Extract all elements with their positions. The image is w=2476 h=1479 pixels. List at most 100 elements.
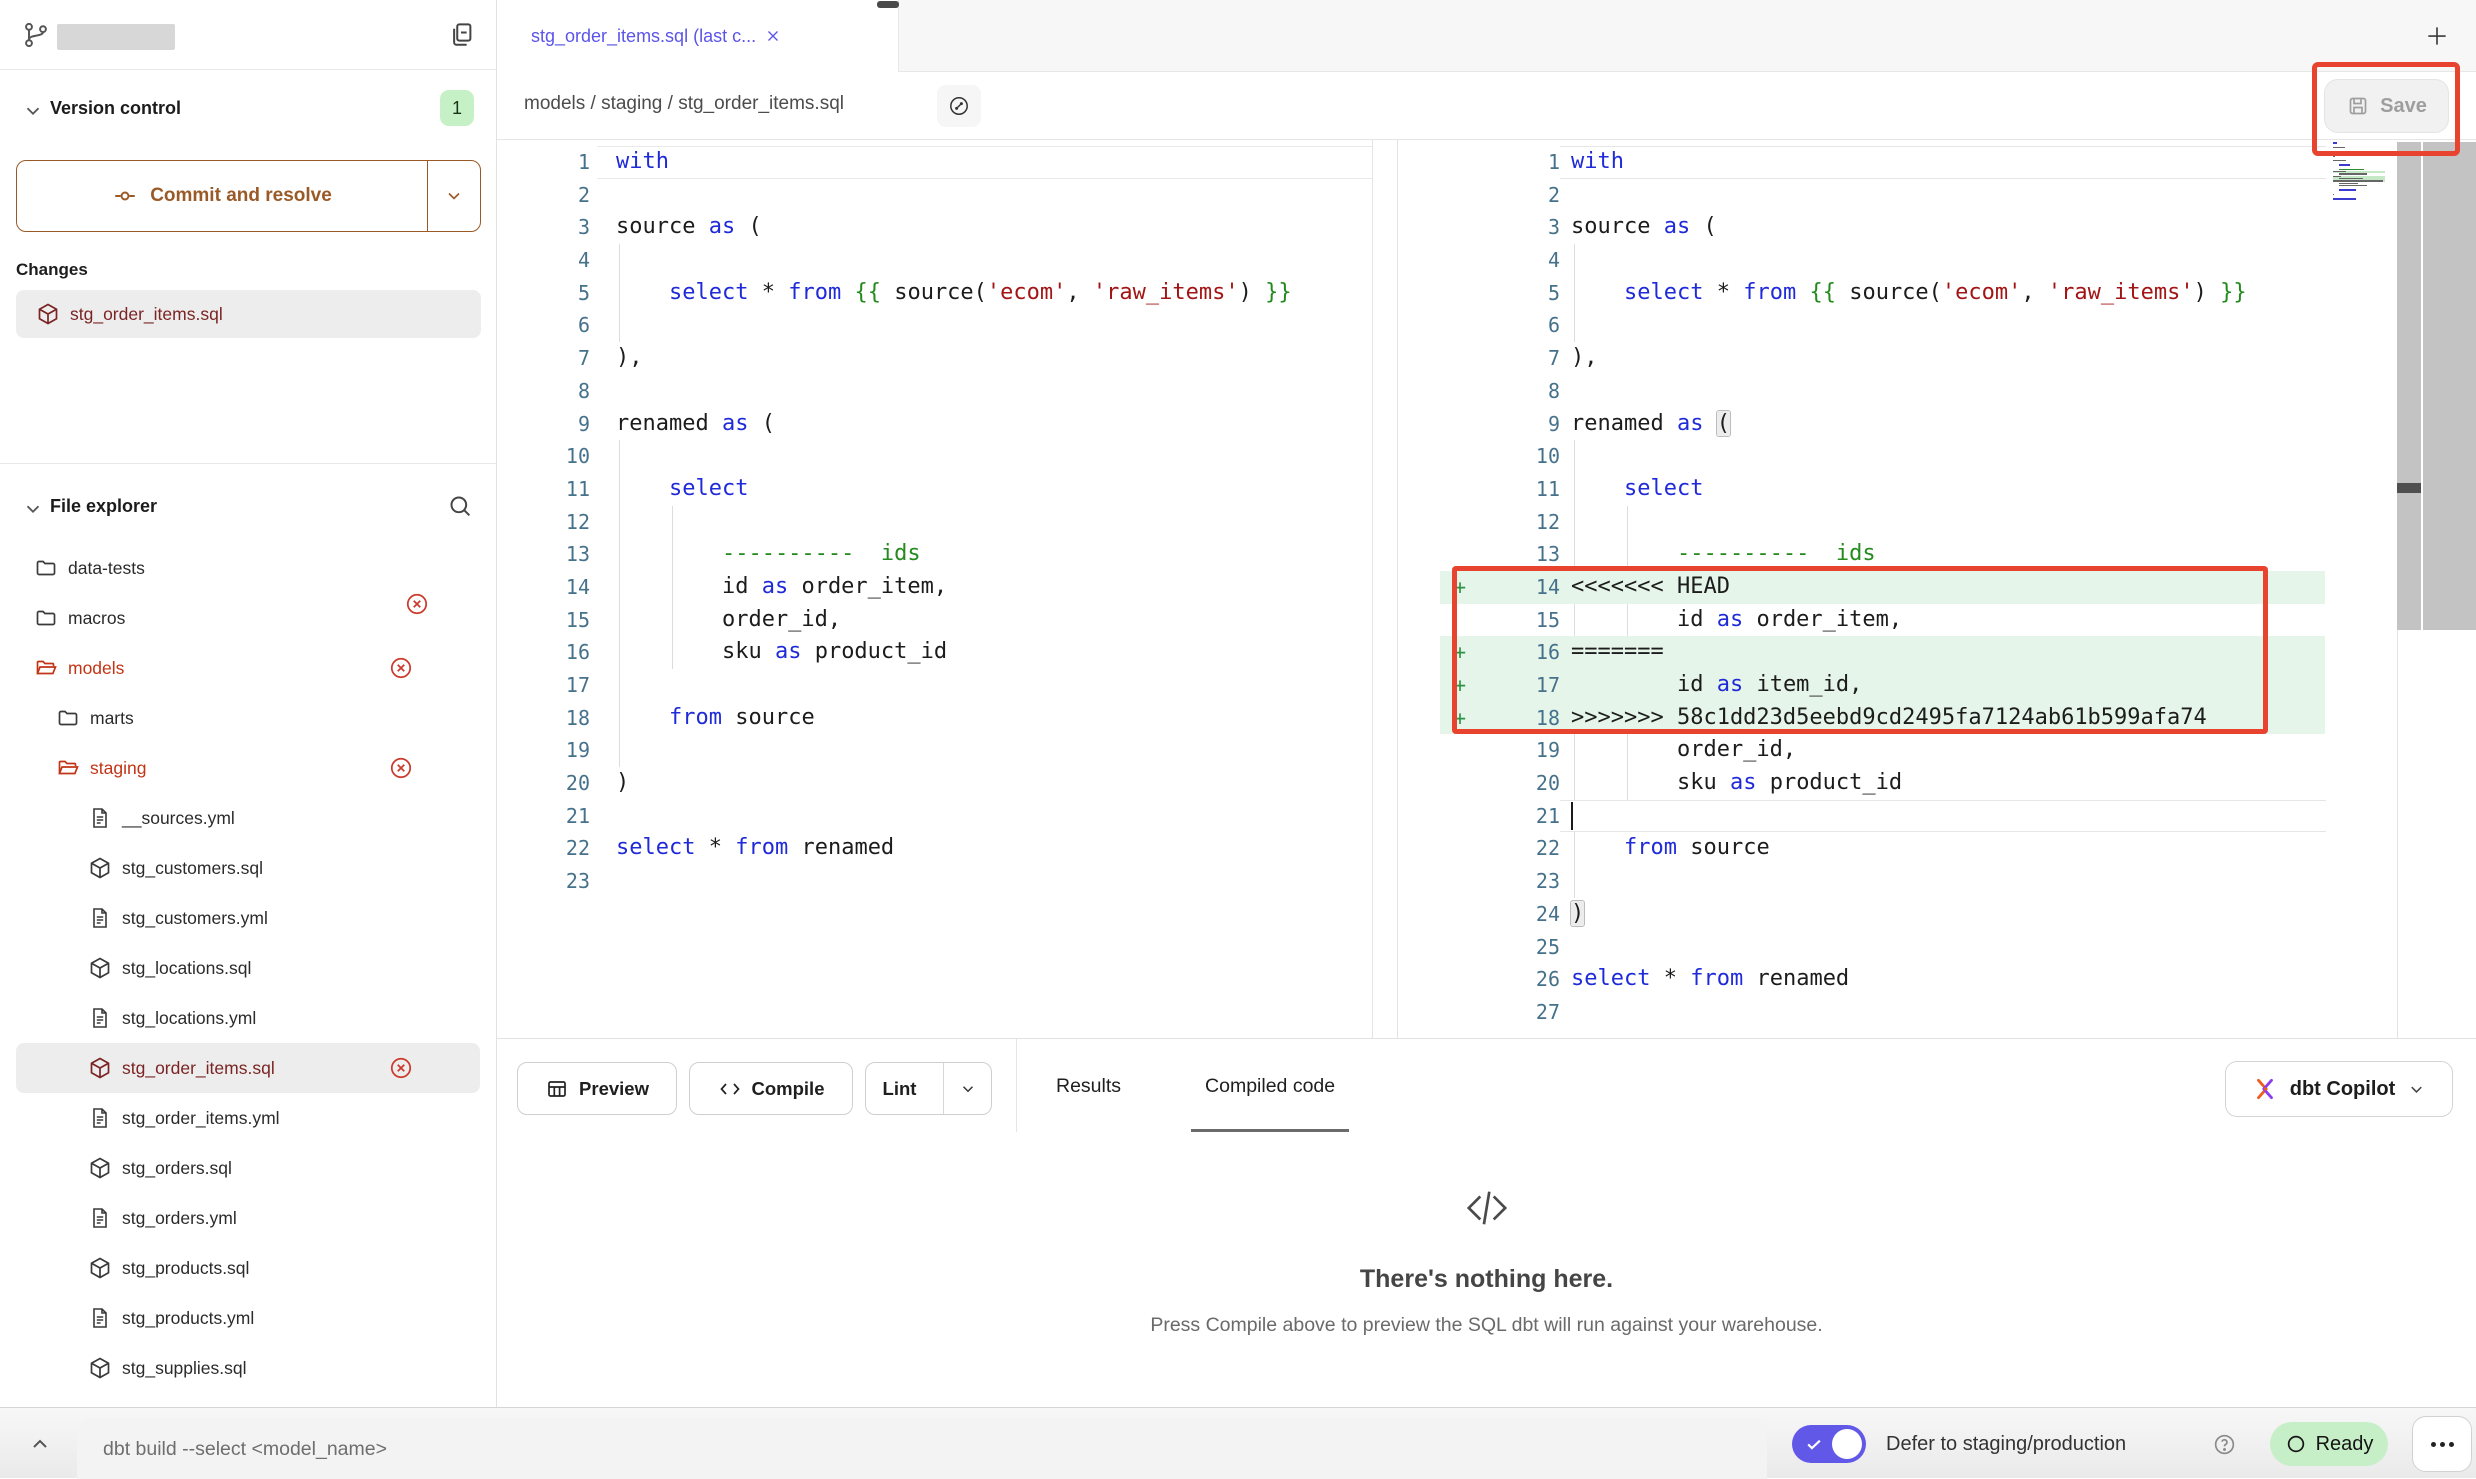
right-code-line-4[interactable]: 4 [1398, 244, 2476, 277]
right-code-line-26[interactable]: 26select * from renamed [1398, 963, 2476, 996]
more-options-button[interactable] [2412, 1416, 2472, 1472]
right-code-line-21[interactable]: 21 [1398, 800, 2476, 833]
explorer-item-stg-supplies-sql[interactable]: stg_supplies.sql [16, 1343, 480, 1393]
explorer-item-stg-orders-yml[interactable]: stg_orders.yml [16, 1193, 480, 1243]
explorer-item-stg-customers-yml[interactable]: stg_customers.yml [16, 893, 480, 943]
defer-toggle[interactable] [1792, 1425, 1866, 1463]
right-code-line-10[interactable]: 10 [1398, 440, 2476, 473]
explorer-item-stg-order-items-yml[interactable]: stg_order_items.yml [16, 1093, 480, 1143]
right-code-line-23[interactable]: 23 [1398, 865, 2476, 898]
left-code-line-8[interactable]: 8 [497, 375, 1372, 408]
explorer-item-marts[interactable]: marts [16, 693, 480, 743]
command-input[interactable]: dbt build --select <model_name> [77, 1419, 1767, 1479]
explorer-item-models[interactable]: models [16, 643, 480, 693]
new-tab-icon[interactable] [2424, 23, 2450, 49]
explorer-item--sources-yml[interactable]: __sources.yml [16, 793, 480, 843]
left-code-line-19[interactable]: 19 [497, 734, 1372, 767]
right-code-line-7[interactable]: 7), [1398, 342, 2476, 375]
tab-compiled-code[interactable]: Compiled code [1191, 1039, 1349, 1133]
left-code-line-14[interactable]: 14 id as order_item, [497, 571, 1372, 604]
editor-scrollbar-track[interactable] [2397, 142, 2421, 630]
right-code-line-16[interactable]: +16======= [1398, 636, 2476, 669]
explorer-item-data-tests[interactable]: data-tests [16, 543, 480, 593]
right-code-line-19[interactable]: 19 order_id, [1398, 734, 2476, 767]
left-code-line-16[interactable]: 16 sku as product_id [497, 636, 1372, 669]
overview-ruler-track[interactable] [2423, 142, 2476, 630]
left-pane-scrollbar[interactable] [1372, 140, 1398, 1038]
left-code-line-22[interactable]: 22select * from renamed [497, 832, 1372, 865]
explorer-item-stg-order-items-sql[interactable]: stg_order_items.sql [16, 1043, 480, 1093]
right-code-line-12[interactable]: 12 [1398, 506, 2476, 539]
editor-minimap[interactable] [2333, 142, 2385, 200]
left-code-line-9[interactable]: 9renamed as ( [497, 408, 1372, 441]
explorer-item-stg-locations-yml[interactable]: stg_locations.yml [16, 993, 480, 1043]
right-code-line-17[interactable]: +17 id as item_id, [1398, 669, 2476, 702]
left-code-line-12[interactable]: 12 [497, 506, 1372, 539]
left-code-line-21[interactable]: 21 [497, 800, 1372, 833]
tab-stg-order-items[interactable]: stg_order_items.sql (last c... [497, 0, 899, 72]
editor-pane-current[interactable]: 1with23source as (45 select * from {{ so… [1398, 140, 2476, 1038]
left-code-line-15[interactable]: 15 order_id, [497, 604, 1372, 637]
right-code-line-3[interactable]: 3source as ( [1398, 211, 2476, 244]
right-code-line-18[interactable]: +18>>>>>>> 58c1dd23d5eebd9cd2495fa7124ab… [1398, 702, 2476, 735]
right-code-line-20[interactable]: 20 sku as product_id [1398, 767, 2476, 800]
lint-button[interactable]: Lint [865, 1062, 992, 1115]
search-icon[interactable] [446, 492, 474, 520]
lineage-button[interactable] [937, 85, 981, 127]
left-code-line-18[interactable]: 18 from source [497, 702, 1372, 735]
version-control-collapse-icon[interactable] [22, 100, 44, 122]
explorer-item-stg-locations-sql[interactable]: stg_locations.sql [16, 943, 480, 993]
left-code-line-13[interactable]: 13 ---------- ids [497, 538, 1372, 571]
save-button[interactable]: Save [2324, 79, 2449, 133]
left-code-line-4[interactable]: 4 [497, 244, 1372, 277]
explorer-item-stg-products-sql[interactable]: stg_products.sql [16, 1243, 480, 1293]
changed-file-row[interactable]: stg_order_items.sql [16, 290, 481, 338]
left-code-line-10[interactable]: 10 [497, 440, 1372, 473]
left-code-line-11[interactable]: 11 select [497, 473, 1372, 506]
commit-and-resolve-button[interactable]: Commit and resolve [16, 160, 481, 232]
left-code-line-1[interactable]: 1with [497, 146, 1372, 179]
right-code-line-1[interactable]: 1with [1398, 146, 2476, 179]
code-editor[interactable]: 1with23source as (45 select * from {{ so… [497, 140, 2476, 1038]
left-code-line-20[interactable]: 20) [497, 767, 1372, 800]
right-code-line-5[interactable]: 5 select * from {{ source('ecom', 'raw_i… [1398, 277, 2476, 310]
expand-console-icon[interactable] [28, 1432, 52, 1456]
right-code-line-8[interactable]: 8 [1398, 375, 2476, 408]
left-code-line-17[interactable]: 17 [497, 669, 1372, 702]
right-code-line-6[interactable]: 6 [1398, 309, 2476, 342]
commit-dropdown-button[interactable] [428, 161, 480, 231]
lint-dropdown-icon[interactable] [943, 1063, 991, 1114]
left-code-line-7[interactable]: 7), [497, 342, 1372, 375]
explorer-item-stg-customers-sql[interactable]: stg_customers.sql [16, 843, 480, 893]
left-scrollbar-thumb[interactable] [877, 1, 899, 8]
right-code-line-24[interactable]: 24) [1398, 898, 2476, 931]
tab-results[interactable]: Results [1042, 1039, 1135, 1133]
compile-button[interactable]: Compile [689, 1062, 853, 1115]
right-code-line-15[interactable]: 15 id as order_item, [1398, 604, 2476, 637]
right-code-line-13[interactable]: 13 ---------- ids [1398, 538, 2476, 571]
explorer-item-macros[interactable]: macros [16, 593, 480, 643]
left-code-line-2[interactable]: 2 [497, 179, 1372, 212]
file-explorer-collapse-icon[interactable] [22, 498, 44, 520]
help-icon[interactable] [2212, 1432, 2237, 1457]
right-code-line-9[interactable]: 9renamed as ( [1398, 408, 2476, 441]
left-code-line-23[interactable]: 23 [497, 865, 1372, 898]
explorer-item-staging[interactable]: staging [16, 743, 480, 793]
tab-close-icon[interactable] [764, 27, 782, 45]
preview-button[interactable]: Preview [517, 1062, 677, 1115]
copy-files-icon[interactable] [446, 20, 476, 50]
right-code-line-22[interactable]: 22 from source [1398, 832, 2476, 865]
left-code-line-6[interactable]: 6 [497, 309, 1372, 342]
right-code-line-27[interactable]: 27 [1398, 996, 2476, 1029]
right-code-line-2[interactable]: 2 [1398, 179, 2476, 212]
editor-pane-original[interactable]: 1with23source as (45 select * from {{ so… [497, 140, 1372, 1038]
explorer-item-stg-orders-sql[interactable]: stg_orders.sql [16, 1143, 480, 1193]
right-code-line-11[interactable]: 11 select [1398, 473, 2476, 506]
editor-scrollbar-thumb[interactable] [2397, 483, 2421, 493]
right-code-line-25[interactable]: 25 [1398, 931, 2476, 964]
right-code-line-14[interactable]: +14<<<<<<< HEAD [1398, 571, 2476, 604]
explorer-item-stg-products-yml[interactable]: stg_products.yml [16, 1293, 480, 1343]
dbt-copilot-button[interactable]: dbt Copilot [2225, 1061, 2453, 1117]
left-code-line-3[interactable]: 3source as ( [497, 211, 1372, 244]
left-code-line-5[interactable]: 5 select * from {{ source('ecom', 'raw_i… [497, 277, 1372, 310]
